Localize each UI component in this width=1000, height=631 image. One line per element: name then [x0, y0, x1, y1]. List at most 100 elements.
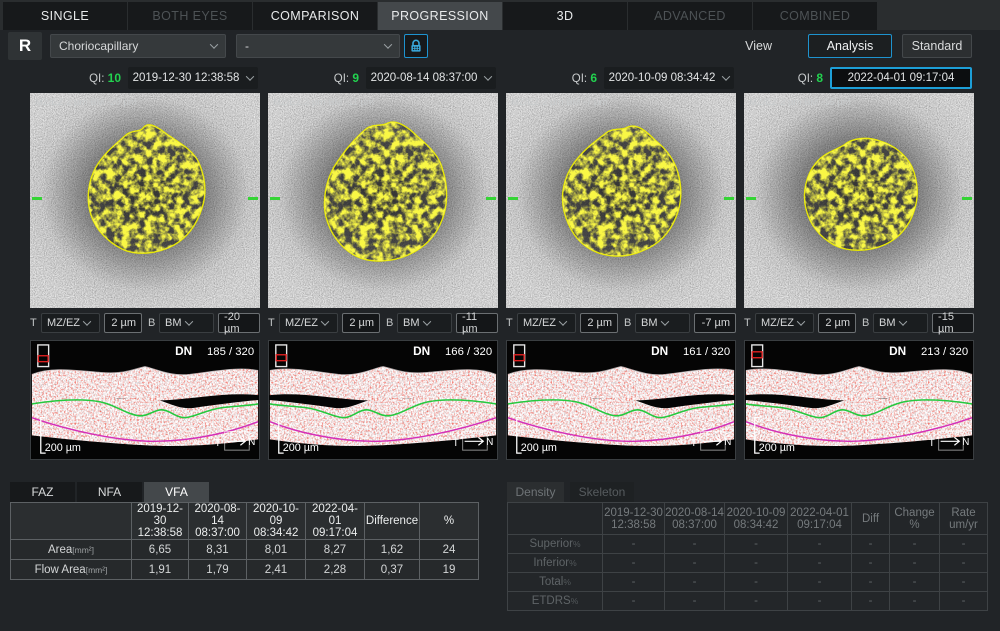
- dn-value: 213 / 320: [921, 346, 968, 358]
- top-layer-select[interactable]: MZ/EZ: [279, 313, 338, 333]
- chevron-down-icon: [484, 72, 492, 80]
- scale-label: 200 µm: [45, 442, 81, 454]
- tab-skeleton[interactable]: Skeleton: [570, 482, 634, 502]
- bottom-offset-input[interactable]: -20 µm: [218, 313, 260, 333]
- bottom-boundary-label: B: [862, 317, 870, 329]
- top-boundary-label: T: [268, 317, 276, 329]
- tab-both-eyes[interactable]: BOTH EYES: [128, 2, 252, 30]
- temporal-label: T: [215, 438, 221, 449]
- tab-faz[interactable]: FAZ: [10, 482, 75, 502]
- nasal-label: N: [724, 437, 731, 448]
- bottom-panels: FAZ NFA VFA 2019-12-30 12:38:58 2020-08-…: [0, 482, 1000, 611]
- date-select-selected[interactable]: 2022-04-01 09:17:04: [830, 67, 972, 89]
- vfa-table-header-row: 2019-12-30 12:38:58 2020-08-14 08:37:00 …: [11, 503, 479, 540]
- scanline-marker-left: [508, 197, 518, 200]
- bottom-layer-select[interactable]: BM: [635, 313, 690, 333]
- chevron-down-icon: [722, 72, 730, 80]
- vfa-table: 2019-12-30 12:38:58 2020-08-14 08:37:00 …: [10, 502, 479, 580]
- faz-panel-tabs: FAZ NFA VFA: [10, 482, 479, 502]
- tab-comparison[interactable]: COMPARISON: [253, 2, 377, 30]
- temporal-label: T: [929, 438, 935, 449]
- chevron-down-icon: [321, 317, 329, 325]
- dn-value: 161 / 320: [683, 346, 730, 358]
- bscan-image[interactable]: DN 185 / 320 200 µm T N: [30, 340, 260, 460]
- date-select[interactable]: 2019-12-30 12:38:58: [128, 67, 258, 89]
- top-layer-select[interactable]: MZ/EZ: [755, 313, 814, 333]
- timepoint-columns: QI: 10 2019-12-30 12:38:58 MZ/EZ 2 µm BM…: [0, 66, 1000, 460]
- secondary-select[interactable]: -: [236, 34, 400, 58]
- enface-layer-label: MZ/EZ 2 µm BM -15 µm: [749, 97, 851, 108]
- scale-label: 200 µm: [759, 442, 795, 454]
- dn-label: DN: [175, 344, 192, 358]
- bscan-image[interactable]: DN 213 / 320 200 µm T N: [744, 340, 974, 460]
- scanline-marker-right: [486, 197, 496, 200]
- timepoint-column-1: QI: 10 2019-12-30 12:38:58 MZ/EZ 2 µm BM…: [30, 66, 260, 460]
- lock-button[interactable]: [404, 34, 428, 58]
- bottom-offset-input[interactable]: -11 µm: [456, 313, 498, 333]
- scanline-marker-right: [962, 197, 972, 200]
- chevron-down-icon: [660, 317, 668, 325]
- tab-advanced[interactable]: ADVANCED: [628, 2, 752, 30]
- tab-nfa[interactable]: NFA: [77, 482, 142, 502]
- date-select[interactable]: 2020-08-14 08:37:00: [366, 67, 496, 89]
- chevron-down-icon: [898, 317, 906, 325]
- tab-combined[interactable]: COMBINED: [753, 2, 877, 30]
- standard-button[interactable]: Standard: [902, 34, 972, 58]
- analysis-button[interactable]: Analysis: [808, 34, 892, 58]
- top-boundary-label: T: [506, 317, 514, 329]
- bottom-offset-input[interactable]: -15 µm: [932, 313, 974, 333]
- qi-label: QI: 10: [89, 71, 121, 85]
- tab-progression[interactable]: PROGRESSION: [378, 2, 502, 30]
- top-offset-input[interactable]: 2 µm: [342, 313, 380, 333]
- bottom-boundary-label: B: [624, 317, 632, 329]
- bscan-image[interactable]: DN 161 / 320 200 µm T N: [506, 340, 736, 460]
- top-offset-input[interactable]: 2 µm: [104, 313, 142, 333]
- main-tab-bar: SINGLE BOTH EYES COMPARISON PROGRESSION …: [0, 0, 1000, 30]
- qi-value: 10: [108, 71, 121, 85]
- bottom-layer-select[interactable]: BM: [159, 313, 214, 333]
- chevron-down-icon: [559, 317, 567, 325]
- date-select[interactable]: 2020-10-09 08:34:42: [604, 67, 734, 89]
- top-layer-select[interactable]: MZ/EZ: [41, 313, 100, 333]
- bottom-layer-select[interactable]: BM: [873, 313, 928, 333]
- bottom-offset-input[interactable]: -7 µm: [694, 313, 736, 333]
- enface-layer-label: MZ/EZ 2 µm BM -20 µm: [35, 97, 137, 108]
- timepoint-column-3: QI: 6 2020-10-09 08:34:42 MZ/EZ 2 µm BM …: [506, 66, 736, 460]
- density-table: 2019-12-30 12:38:58 2020-08-14 08:37:00 …: [507, 502, 988, 611]
- chevron-down-icon: [83, 317, 91, 325]
- tab-vfa[interactable]: VFA: [144, 482, 209, 502]
- enface-angiography-image[interactable]: MZ/EZ 2 µm BM -20 µm: [30, 93, 260, 308]
- chevron-down-icon: [184, 317, 192, 325]
- laterality-badge[interactable]: R: [8, 32, 42, 60]
- enface-angiography-image[interactable]: MZ/EZ 2 µm BM -11 µm: [268, 93, 498, 308]
- tab-single[interactable]: SINGLE: [3, 2, 127, 30]
- scale-label: 200 µm: [521, 442, 557, 454]
- qi-label: QI: 6: [572, 71, 597, 85]
- enface-angiography-image[interactable]: MZ/EZ 2 µm BM -15 µm: [744, 93, 974, 308]
- table-row-area: Area[mm²] 6,65 8,31 8,01 8,27 1,62 24: [11, 540, 479, 560]
- bottom-boundary-label: B: [386, 317, 394, 329]
- scanline-marker-right: [248, 197, 258, 200]
- density-panel: Density Skeleton 2019-12-30 12:38:58 202…: [507, 482, 988, 611]
- bottom-layer-select[interactable]: BM: [397, 313, 452, 333]
- tab-3d[interactable]: 3D: [503, 2, 627, 30]
- bscan-image[interactable]: DN 166 / 320 200 µm T N: [268, 340, 498, 460]
- tab-density[interactable]: Density: [507, 482, 564, 502]
- table-row-total: Total% - - - - - - -: [508, 573, 988, 592]
- secondary-select-value: -: [245, 39, 249, 53]
- layer-select[interactable]: Choriocapillary: [50, 34, 226, 58]
- top-offset-input[interactable]: 2 µm: [818, 313, 856, 333]
- view-label: View: [745, 39, 772, 53]
- chevron-down-icon: [246, 72, 254, 80]
- top-offset-input[interactable]: 2 µm: [580, 313, 618, 333]
- bottom-boundary-label: B: [148, 317, 156, 329]
- qi-label: QI: 9: [334, 71, 359, 85]
- top-layer-select[interactable]: MZ/EZ: [517, 313, 576, 333]
- scanline-marker-left: [32, 197, 42, 200]
- timepoint-column-4: QI: 8 2022-04-01 09:17:04 MZ/EZ 2 µm BM …: [744, 66, 974, 460]
- dn-label: DN: [651, 344, 668, 358]
- chevron-down-icon: [210, 40, 218, 48]
- qi-value: 9: [352, 71, 359, 85]
- chevron-down-icon: [797, 317, 805, 325]
- enface-angiography-image[interactable]: MZ/EZ 2 µm BM -7 µm: [506, 93, 736, 308]
